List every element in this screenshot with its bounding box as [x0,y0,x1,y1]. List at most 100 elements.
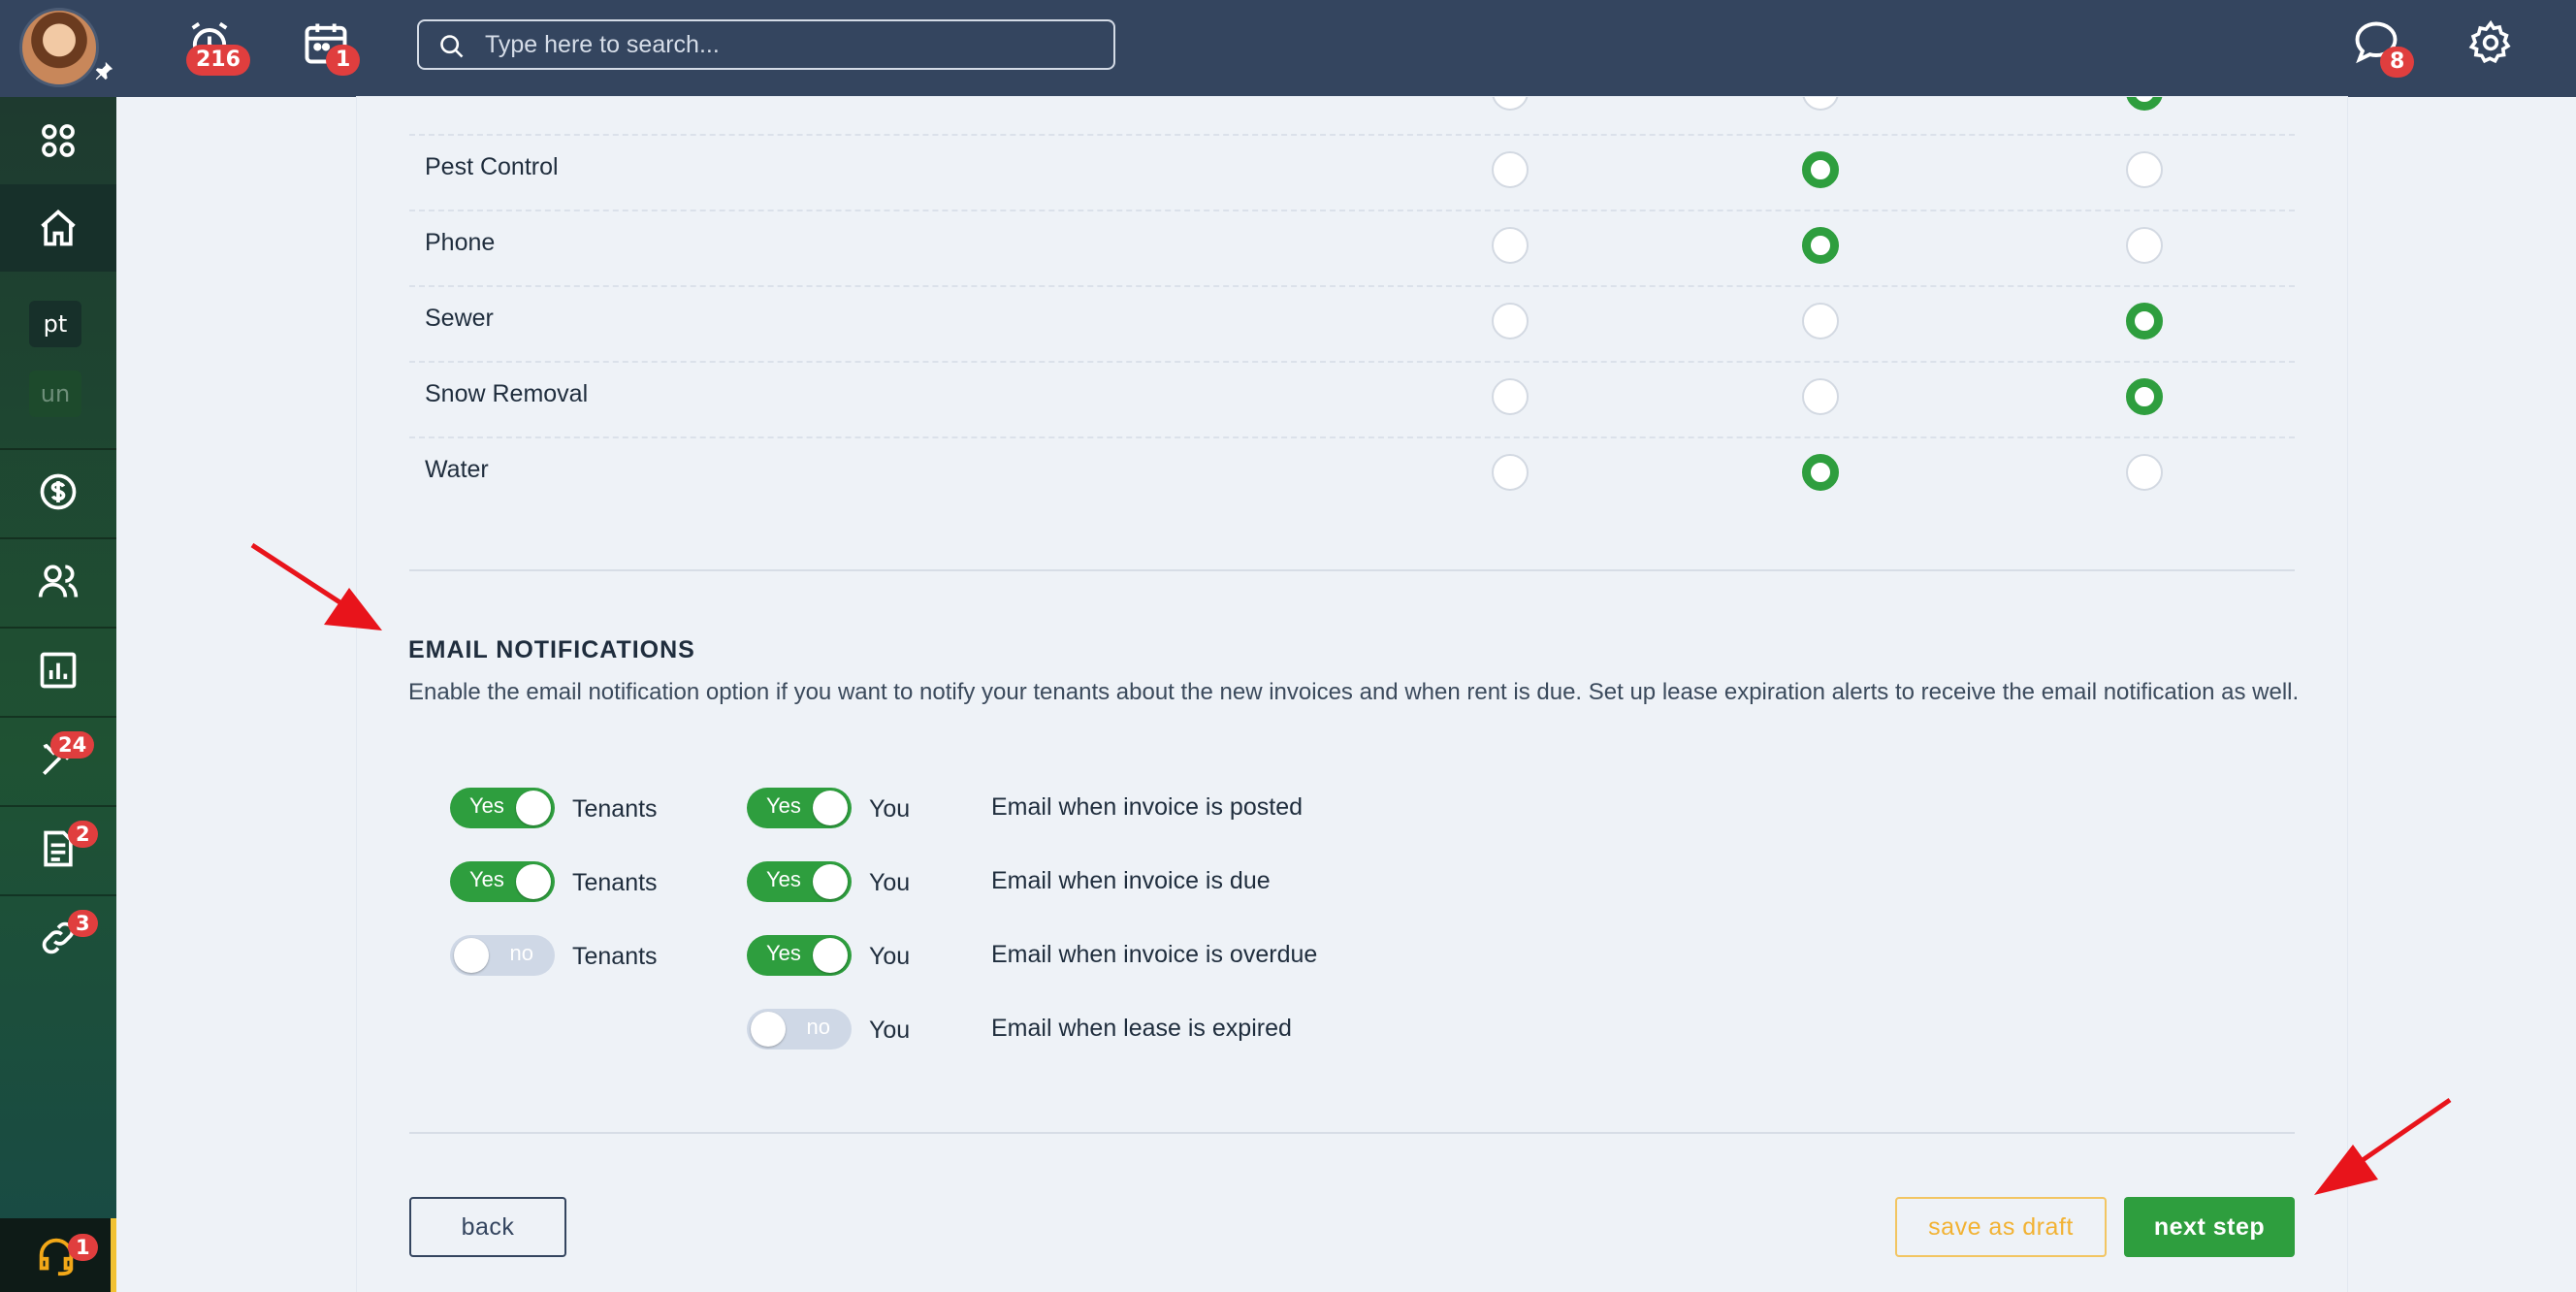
sidebar-item-people[interactable] [0,537,116,625]
tenants-toggle[interactable]: no [450,935,555,976]
radio-option[interactable] [1492,97,1529,111]
toggle-knob [516,791,551,825]
email-notifications-title: EMAIL NOTIFICATIONS [408,636,695,663]
sidebar-item-accounting[interactable] [0,448,116,535]
maintenance-count-badge: 24 [50,731,95,759]
tenants-toggle[interactable]: Yes [450,788,555,828]
users-icon [38,565,79,598]
top-bar: 216 1 8 [0,0,2576,97]
sidebar-item-reports[interactable] [0,627,116,714]
radio-option[interactable] [1492,454,1529,491]
you-label: You [869,1017,911,1044]
radio-option[interactable] [2126,454,2163,491]
support-count-badge: 1 [68,1234,98,1261]
documents-count-badge: 2 [68,821,98,848]
you-label: You [869,869,911,896]
table-row: Pest Control [409,136,2295,211]
pin-icon [95,61,113,81]
utility-label: Pest Control [425,153,559,180]
radio-partial [2126,97,2163,111]
next-step-button[interactable]: next step [2124,1197,2295,1257]
settings-gear-icon[interactable] [2467,19,2514,66]
you-label: You [869,943,911,970]
tenants-toggle[interactable]: Yes [450,861,555,902]
you-toggle[interactable]: Yes [747,861,852,902]
chat-count-badge: 8 [2380,47,2415,78]
toggle-state-label: no [509,941,533,965]
toggle-knob [454,938,489,973]
search-box[interactable] [417,19,1115,70]
annotation-arrow-icon [250,542,382,630]
radio-option[interactable] [1802,454,1839,491]
tenants-label: Tenants [572,795,658,823]
search-input[interactable] [485,21,1106,68]
support-button[interactable] [0,1218,113,1292]
annotation-arrow-icon [2314,1097,2452,1195]
sidebar-item-home[interactable] [0,184,116,272]
radio-option[interactable] [1802,97,1839,111]
you-toggle[interactable]: no [747,1009,852,1050]
email-notification-label: Email when invoice is due [991,867,1271,894]
radio-option[interactable] [2126,378,2163,415]
calendar-count-badge: 1 [326,45,361,76]
radio-partial [1802,97,1839,111]
radio-option[interactable] [1492,227,1529,264]
toggle-knob [813,864,848,899]
utility-label: Phone [425,229,496,256]
sidebar-item-apps[interactable] [0,97,116,184]
utility-label: Sewer [425,305,494,332]
toggle-knob [751,1012,786,1047]
email-notification-label: Email when invoice is overdue [991,941,1318,968]
radio-option[interactable] [1802,378,1839,415]
radio-option[interactable] [2126,303,2163,339]
table-row: Sewer [409,287,2295,363]
radio-option[interactable] [1802,303,1839,339]
you-toggle[interactable]: Yes [747,935,852,976]
bar-chart-icon [40,652,77,689]
utility-label: Water [425,456,489,483]
section-divider [409,1132,2295,1134]
email-notification-label: Email when lease is expired [991,1015,1292,1042]
radio-option[interactable] [1802,227,1839,264]
table-row: Phone [409,211,2295,287]
save-draft-button[interactable]: save as draft [1895,1197,2107,1257]
sidebar: pt un 24 2 3 [0,97,116,1292]
toggle-state-label: Yes [766,793,801,818]
toggle-state-label: Yes [469,793,504,818]
tenants-label: Tenants [572,869,658,896]
radio-option[interactable] [2126,227,2163,264]
user-avatar[interactable] [19,8,99,87]
radio-option[interactable] [1492,378,1529,415]
section-divider [409,569,2295,571]
dollar-circle-icon [40,473,77,510]
sidebar-tag-pt[interactable]: pt [29,301,81,347]
you-label: You [869,795,911,823]
sidebar-item-maintenance[interactable] [0,716,116,803]
toggle-state-label: Yes [766,941,801,965]
sidebar-item-documents[interactable] [0,805,116,892]
back-button[interactable]: back [409,1197,566,1257]
grid-icon [42,124,75,157]
radio-option[interactable] [1802,151,1839,188]
alarm-count-badge: 216 [186,45,250,76]
toggle-state-label: Yes [766,867,801,891]
toggle-state-label: no [806,1015,830,1039]
radio-partial [1492,97,1529,111]
table-row: Snow Removal [409,363,2295,438]
tenants-label: Tenants [572,943,658,970]
radio-option[interactable] [1492,151,1529,188]
utility-label: Snow Removal [425,380,589,407]
sidebar-tag-un[interactable]: un [29,371,81,417]
radio-option[interactable] [2126,151,2163,188]
toggle-knob [516,864,551,899]
support-highlight-bar [111,1218,116,1292]
you-toggle[interactable]: Yes [747,788,852,828]
radio-option[interactable] [1492,303,1529,339]
radio-option[interactable] [2126,97,2163,111]
toggle-knob [813,791,848,825]
toggle-knob [813,938,848,973]
email-notification-label: Email when invoice is posted [991,793,1303,821]
email-notifications-description: Enable the email notification option if … [408,679,2300,705]
table-row: Water [409,438,2295,514]
sidebar-item-links[interactable] [0,894,116,982]
